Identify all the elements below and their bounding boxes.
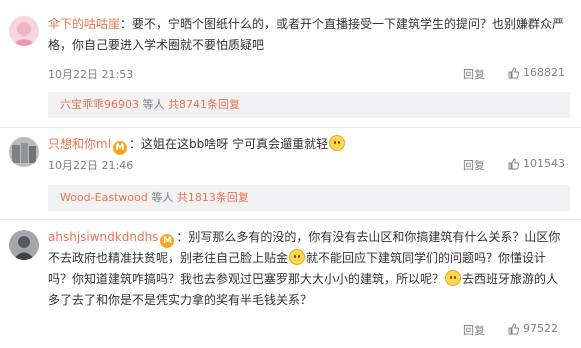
- username-link[interactable]: 伞下的咕咕崖: [48, 17, 120, 31]
- reply-user[interactable]: 六宝乖乖96903: [60, 98, 139, 111]
- smirk-emoji-icon: [445, 270, 462, 286]
- member-badge-icon: M: [113, 141, 128, 155]
- reply-summary[interactable]: Wood-Eastwood 等人 共1813条回复: [48, 185, 570, 211]
- like-button[interactable]: 101543: [508, 157, 565, 170]
- reply-mid: 等人: [139, 98, 168, 111]
- avatar[interactable]: [9, 230, 39, 260]
- reply-button[interactable]: 回复: [463, 66, 485, 82]
- like-button[interactable]: 168821: [508, 66, 565, 79]
- timestamp: 10月22日 21:46: [48, 159, 134, 172]
- comment-text: ahshjsiwndkdndhs M ：别写那么多有的没的，你有没有去山区和你搞建筑…: [48, 227, 568, 311]
- comment-meta: 10月22日 21:46 回复 101543: [48, 157, 568, 175]
- avatar-image: [9, 16, 39, 46]
- avatar[interactable]: [9, 16, 39, 46]
- like-count: 101543: [523, 157, 565, 170]
- username-link[interactable]: ahshjsiwndkdndhs: [48, 230, 158, 244]
- comment-body: ：这姐在这bb啥呀 宁可真会遛重就轻: [129, 137, 329, 151]
- like-count: 97522: [523, 322, 558, 335]
- comment-text: 伞下的咕咕崖：要不，宁晒个图纸什么的，或者开个直播接受一下建筑学生的提问？也别嫌…: [48, 14, 568, 56]
- member-badge-icon: M: [160, 234, 175, 248]
- reply-mid: 等人: [147, 191, 177, 204]
- reply-count[interactable]: 共1813条回复: [177, 191, 249, 204]
- reply-button[interactable]: 回复: [463, 322, 485, 338]
- reply-summary[interactable]: 六宝乖乖96903 等人 共8741条回复: [48, 92, 570, 118]
- thumbs-up-icon: [508, 67, 520, 79]
- thumbs-up-icon: [508, 158, 520, 170]
- reply-button[interactable]: 回复: [463, 157, 485, 173]
- smirk-emoji-icon: [289, 249, 306, 265]
- comment-meta: 10月22日 21:53 回复 168821: [48, 66, 568, 84]
- comment-meta: 回复 97522: [48, 322, 568, 340]
- like-count: 168821: [523, 66, 565, 79]
- timestamp: 10月22日 21:53: [48, 68, 134, 81]
- comment-body: ：要不，宁晒个图纸什么的，或者开个直播接受一下建筑学生的提问？也别嫌群众严格，你…: [48, 17, 565, 52]
- reply-count[interactable]: 共8741条回复: [168, 98, 240, 111]
- reply-user[interactable]: Wood-Eastwood: [60, 191, 148, 204]
- avatar-image: [9, 230, 39, 260]
- divider: [0, 127, 581, 128]
- avatar-image: [9, 137, 39, 167]
- comment-text: 只想和你ml M ：这姐在这bb啥呀 宁可真会遛重就轻: [48, 134, 568, 155]
- smile-emoji-icon: [329, 135, 346, 151]
- thumbs-up-icon: [508, 323, 520, 335]
- divider: [0, 219, 581, 220]
- like-button[interactable]: 97522: [508, 322, 558, 335]
- username-link[interactable]: 只想和你ml: [48, 137, 111, 151]
- avatar[interactable]: [9, 137, 39, 167]
